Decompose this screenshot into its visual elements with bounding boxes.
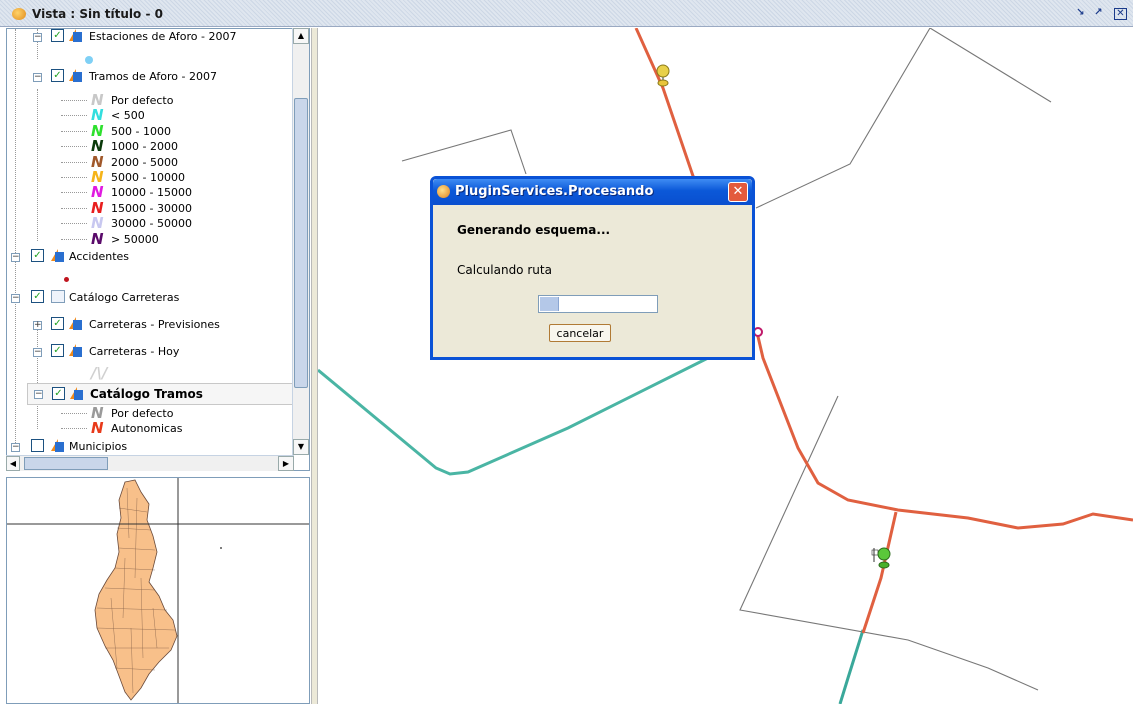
- toc-horizontal-scrollbar[interactable]: ◀ ▶: [6, 455, 294, 471]
- end-pin-icon: [871, 547, 891, 569]
- scroll-left-button[interactable]: ◀: [6, 456, 20, 471]
- legend-label: Por defecto: [111, 407, 174, 420]
- progress-fill: [540, 297, 559, 311]
- layer-group-icon: [51, 290, 65, 303]
- legend-label: 5000 - 10000: [111, 171, 185, 184]
- layer-tree: − ✓ Estaciones de Aforo - 2007 − ✓ Tramo…: [6, 28, 310, 471]
- legend-label: 2000 - 5000: [111, 155, 178, 169]
- overview-map[interactable]: [6, 477, 310, 704]
- line-symbol-icon: /\/: [91, 364, 108, 382]
- vector-layer-icon: [69, 317, 83, 331]
- expand-toggle[interactable]: +: [33, 321, 42, 330]
- close-icon[interactable]: ✕: [728, 182, 748, 202]
- layer-visibility-checkbox[interactable]: ✓: [51, 317, 64, 330]
- group-visibility-checkbox[interactable]: ✓: [31, 290, 44, 303]
- dialog-title: PluginServices.Procesando: [455, 184, 654, 199]
- line-symbol-icon: N: [91, 229, 104, 248]
- line-symbol-icon: N: [91, 198, 104, 217]
- scroll-thumb[interactable]: [24, 457, 108, 470]
- legend-label: 15000 - 30000: [111, 201, 192, 215]
- legend-label: Autonomicas: [111, 422, 183, 435]
- dialog-heading: Generando esquema...: [457, 223, 611, 237]
- collapse-toggle[interactable]: −: [11, 294, 20, 303]
- layer-name: Carreteras - Hoy: [89, 345, 180, 358]
- dialog-title-bar[interactable]: PluginServices.Procesando ✕: [433, 179, 752, 205]
- layer-node-catalogo-tramos[interactable]: − ✓ Catálogo Tramos: [27, 383, 299, 405]
- layer-name: Catálogo Carreteras: [69, 291, 180, 304]
- processing-dialog: PluginServices.Procesando ✕ Generando es…: [430, 176, 755, 360]
- layer-visibility-checkbox[interactable]: ✓: [52, 387, 65, 400]
- scroll-down-button[interactable]: ▼: [293, 439, 309, 455]
- line-symbol-icon: N: [91, 137, 104, 156]
- vector-layer-icon: [70, 387, 84, 401]
- line-symbol-icon: N: [91, 214, 104, 233]
- gvsig-icon: [12, 8, 26, 20]
- layer-visibility-checkbox[interactable]: ✓: [31, 249, 44, 262]
- toc-vertical-scrollbar[interactable]: ▲ ▼: [292, 28, 309, 455]
- line-symbol-icon: N: [91, 106, 104, 125]
- layer-name: Estaciones de Aforo - 2007: [89, 30, 237, 43]
- legend-label: Por defecto: [111, 94, 174, 107]
- vector-layer-icon: [51, 249, 65, 263]
- legend-label: < 500: [111, 109, 145, 123]
- close-button[interactable]: ✕: [1114, 8, 1127, 20]
- collapse-toggle[interactable]: −: [11, 443, 20, 452]
- collapse-toggle[interactable]: −: [11, 253, 20, 262]
- point-symbol-icon: [85, 56, 93, 64]
- vector-layer-icon: [69, 69, 83, 83]
- scroll-right-button[interactable]: ▶: [278, 456, 294, 471]
- cancel-button[interactable]: cancelar: [549, 324, 611, 342]
- point-symbol-icon: [64, 277, 69, 282]
- progress-bar: [538, 295, 658, 313]
- legend-label: 10000 - 15000: [111, 186, 192, 200]
- layer-name: Catálogo Tramos: [90, 387, 203, 401]
- view-title-bar: Vista : Sin título - 0 ↘ ↗ ✕: [0, 0, 1133, 27]
- legend-label: 30000 - 50000: [111, 217, 192, 231]
- layer-name: Accidentes: [69, 250, 130, 263]
- vector-layer-icon: [69, 29, 83, 43]
- line-symbol-icon: N: [91, 419, 104, 437]
- legend-label: > 50000: [111, 232, 159, 246]
- line-symbol-icon: N: [91, 91, 104, 109]
- layer-visibility-checkbox[interactable]: ✓: [51, 69, 64, 82]
- dialog-message: Calculando ruta: [457, 263, 552, 277]
- map-canvas: [317, 27, 1133, 705]
- legend-label: 1000 - 2000: [111, 140, 178, 154]
- view-title: Vista : Sin título - 0: [32, 7, 163, 21]
- maximize-button[interactable]: ↗: [1092, 8, 1105, 20]
- layer-name: Municipios: [69, 440, 128, 453]
- line-symbol-icon: N: [91, 183, 104, 202]
- line-symbol-icon: N: [91, 404, 104, 422]
- layer-visibility-checkbox[interactable]: ✓: [51, 29, 64, 42]
- layer-visibility-checkbox[interactable]: [31, 439, 44, 452]
- vector-layer-icon: [69, 344, 83, 358]
- start-pin-icon: [656, 64, 670, 87]
- layer-visibility-checkbox[interactable]: ✓: [51, 344, 64, 357]
- panel-splitter[interactable]: [311, 28, 318, 704]
- layer-name: Tramos de Aforo - 2007: [89, 70, 217, 83]
- line-symbol-icon: N: [91, 168, 104, 186]
- scroll-up-button[interactable]: ▲: [293, 28, 309, 44]
- plugin-icon: [437, 185, 450, 198]
- minimize-button[interactable]: ↘: [1074, 8, 1087, 20]
- scroll-thumb[interactable]: [294, 98, 308, 388]
- collapse-toggle[interactable]: −: [33, 348, 42, 357]
- map-view[interactable]: [317, 27, 1133, 705]
- collapse-toggle[interactable]: −: [33, 73, 42, 82]
- legend-label: 500 - 1000: [111, 124, 171, 138]
- layer-name: Carreteras - Previsiones: [89, 318, 220, 331]
- collapse-toggle[interactable]: −: [33, 33, 42, 42]
- line-symbol-icon: N: [91, 121, 104, 140]
- line-symbol-icon: N: [91, 152, 104, 171]
- collapse-toggle[interactable]: −: [34, 390, 43, 399]
- vector-layer-icon: [51, 439, 65, 453]
- overview-map-canvas: [7, 478, 309, 703]
